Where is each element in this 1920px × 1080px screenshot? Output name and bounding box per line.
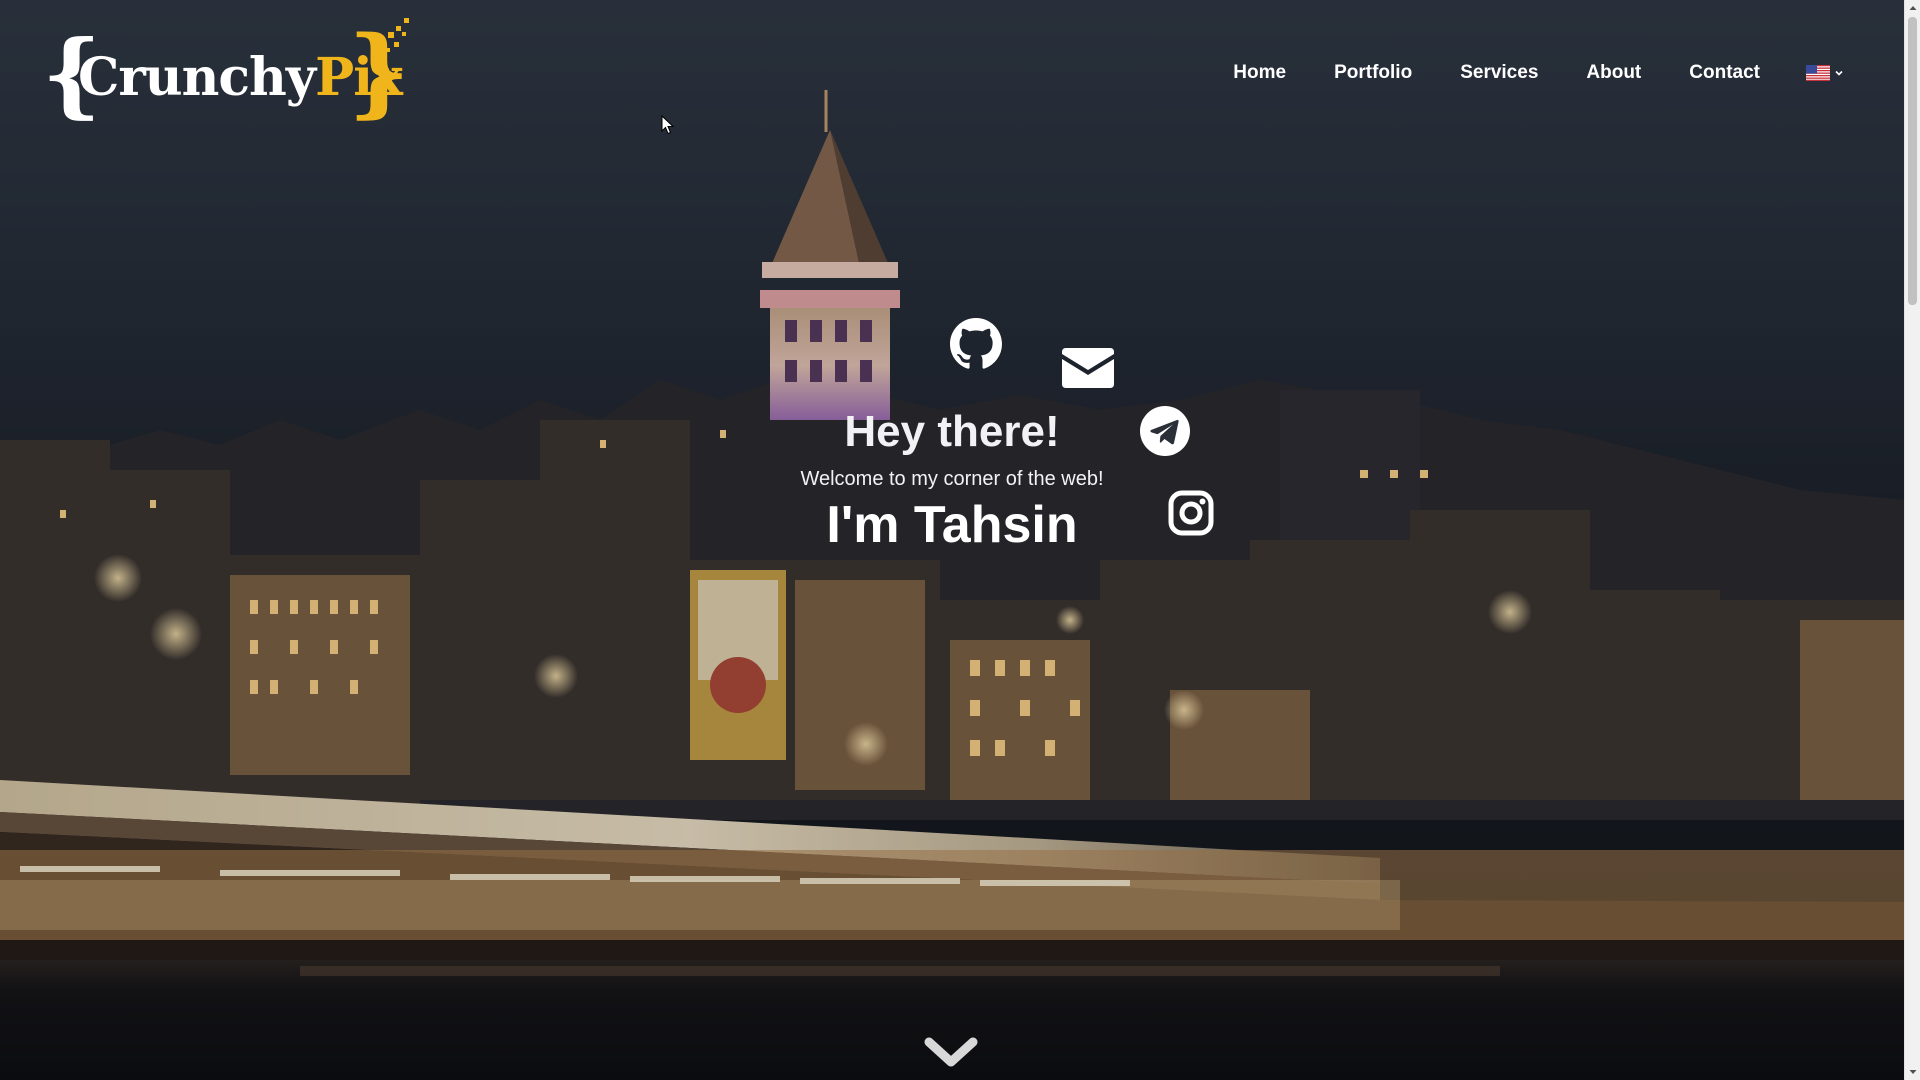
chevron-down-icon[interactable] — [924, 1036, 978, 1070]
page-scrollbar[interactable] — [1904, 0, 1920, 1080]
logo-pixel-dots-icon — [386, 18, 409, 52]
scrollbar-thumb[interactable] — [1908, 17, 1917, 305]
nav-about[interactable]: About — [1586, 62, 1641, 84]
main-nav: Home Portfolio Services About Contact — [1233, 58, 1844, 88]
hero-name: I'm Tahsin — [826, 496, 1078, 554]
us-flag-icon — [1806, 65, 1830, 81]
page-viewport: { CrunchyPix } Home Portfolio Services A… — [0, 0, 1920, 1080]
logo-word-crunchy: Crunchy — [78, 47, 316, 108]
instagram-icon[interactable] — [1168, 490, 1214, 536]
chevron-down-icon — [1835, 70, 1843, 76]
language-selector[interactable] — [1806, 65, 1844, 81]
hero-content: Hey there! Welcome to my corner of the w… — [0, 0, 1904, 1080]
site-logo[interactable]: { CrunchyPix } — [42, 18, 412, 130]
site-header: { CrunchyPix } Home Portfolio Services A… — [0, 0, 1904, 140]
scroll-down-arrow-icon[interactable] — [1905, 1064, 1920, 1080]
github-icon[interactable] — [950, 318, 1002, 370]
nav-contact[interactable]: Contact — [1689, 62, 1760, 84]
nav-services[interactable]: Services — [1460, 62, 1538, 84]
hero-welcome-text: Welcome to my corner of the web! — [800, 468, 1104, 490]
telegram-icon[interactable] — [1140, 406, 1190, 456]
mouse-cursor-icon — [661, 115, 675, 135]
hero-greeting: Hey there! — [844, 407, 1060, 456]
scroll-up-arrow-icon[interactable] — [1905, 0, 1920, 16]
mail-icon[interactable] — [1062, 348, 1114, 388]
nav-portfolio[interactable]: Portfolio — [1334, 62, 1412, 84]
nav-home[interactable]: Home — [1233, 62, 1286, 84]
